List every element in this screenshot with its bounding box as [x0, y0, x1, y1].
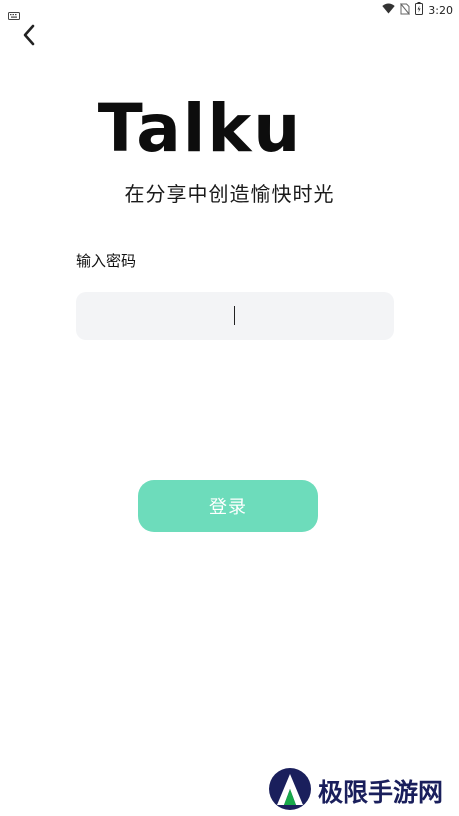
watermark-text: 极限手游网	[318, 778, 444, 807]
watermark-logo-icon	[268, 767, 312, 815]
no-sim-icon	[400, 2, 411, 18]
chevron-left-icon	[22, 24, 36, 50]
text-caret	[234, 306, 235, 325]
password-label: 输入密码	[76, 252, 137, 270]
back-button[interactable]	[14, 22, 44, 52]
status-time: 3:20	[428, 3, 453, 17]
battery-icon	[415, 2, 424, 18]
password-field-container[interactable]	[76, 292, 394, 340]
app-logo: Talku	[97, 90, 303, 167]
password-input[interactable]	[76, 292, 394, 340]
tagline: 在分享中创造愉快时光	[124, 182, 335, 206]
status-bar: 3:20	[0, 0, 459, 20]
status-icons: 3:20	[382, 2, 453, 18]
wifi-icon	[382, 3, 395, 17]
login-button[interactable]: 登录	[138, 480, 318, 532]
watermark: 极限手游网	[268, 768, 443, 814]
